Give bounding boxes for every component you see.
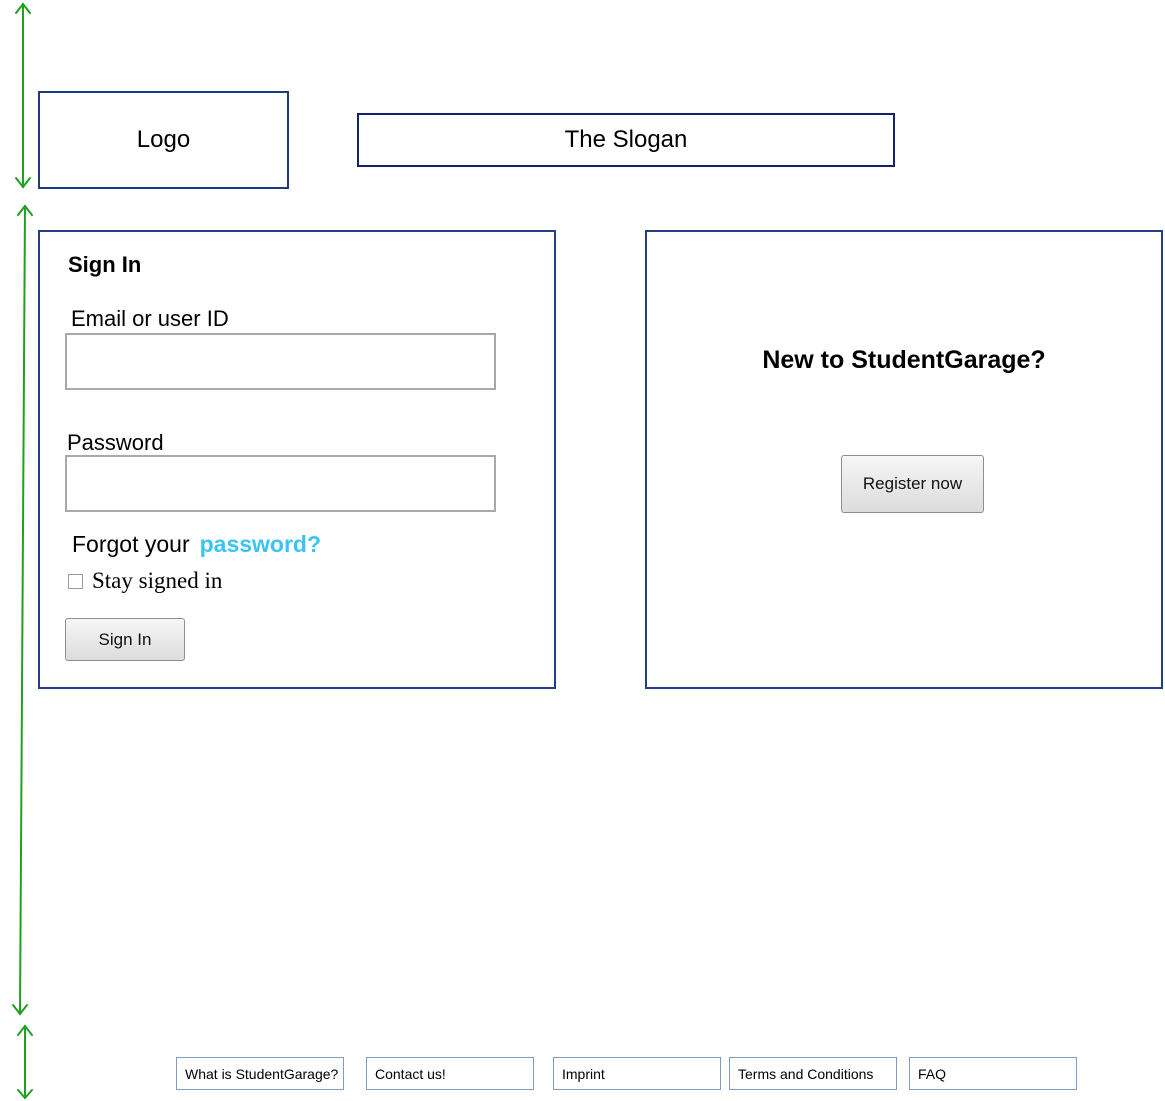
content-height-arrow [12, 204, 33, 1016]
password-field[interactable] [65, 455, 496, 512]
layout-guide-arrows [12, 2, 33, 1100]
footer-link-what-is[interactable]: What is StudentGarage? [176, 1057, 344, 1090]
stay-signed-in-checkbox[interactable] [68, 573, 83, 589]
sign-in-button[interactable]: Sign In [65, 618, 185, 661]
logo-text: Logo [136, 126, 191, 153]
register-button-label: Register now [862, 474, 963, 493]
register-button[interactable]: Register now [841, 455, 984, 513]
password-label: Password [67, 430, 164, 455]
sign-in-button-label: Sign In [98, 629, 152, 649]
footer-link-label: Contact us! [375, 1065, 446, 1082]
footer-link-label: FAQ [918, 1065, 947, 1082]
header-height-arrow [15, 2, 31, 189]
slogan: The Slogan [357, 113, 895, 167]
register-title: New to StudentGarage? [762, 346, 1046, 374]
forgot-password-row: Forgot your password? [72, 531, 321, 558]
stay-signed-in-label: Stay signed in [92, 568, 223, 593]
sign-in-panel: Sign In Email or user ID Password Forgot… [38, 230, 556, 689]
stay-signed-in-row: Stay signed in [68, 568, 222, 594]
sign-in-title: Sign In [68, 252, 142, 277]
slogan-text: The Slogan [564, 126, 688, 153]
footer-link-label: Imprint [562, 1065, 605, 1082]
footer-link-terms[interactable]: Terms and Conditions [729, 1057, 897, 1090]
forgot-password-text: Forgot your [72, 531, 190, 557]
footer-link-faq[interactable]: FAQ [909, 1057, 1077, 1090]
footer-height-arrow [17, 1024, 33, 1100]
logo: Logo [38, 91, 289, 189]
email-field[interactable] [65, 333, 496, 390]
email-label: Email or user ID [71, 306, 229, 331]
footer-link-contact[interactable]: Contact us! [366, 1057, 534, 1090]
footer-link-imprint[interactable]: Imprint [553, 1057, 721, 1090]
register-panel: New to StudentGarage? Register now [645, 230, 1163, 689]
forgot-password-link[interactable]: password? [200, 531, 321, 557]
footer-link-label: Terms and Conditions [738, 1065, 874, 1082]
footer-link-label: What is StudentGarage? [185, 1065, 339, 1082]
